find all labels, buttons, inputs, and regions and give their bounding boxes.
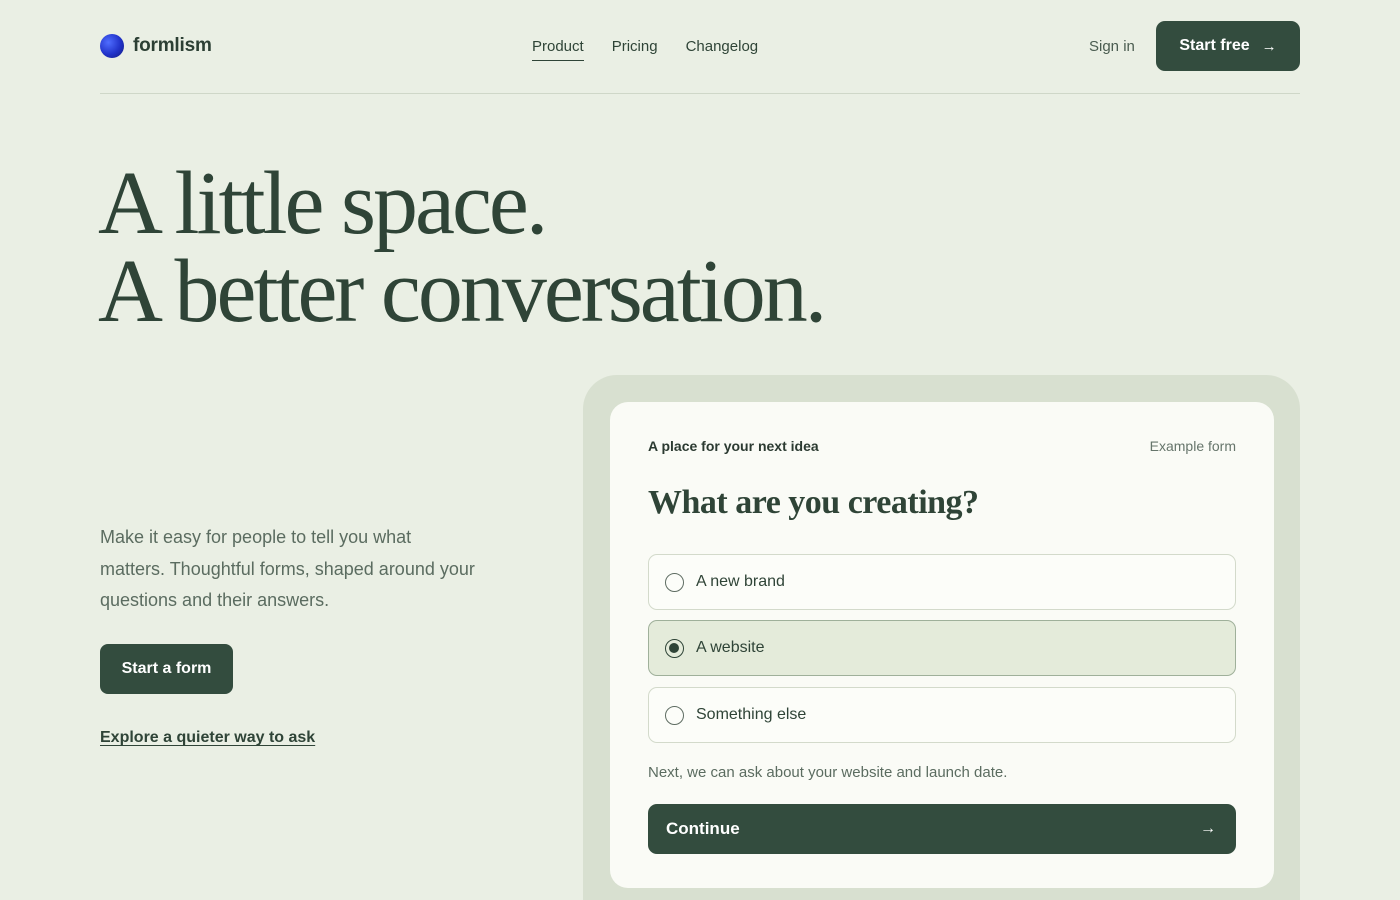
explore-link[interactable]: Explore a quieter way to ask (100, 729, 315, 747)
option-something-else[interactable]: Something else (648, 687, 1236, 743)
form-question: What are you creating? (648, 484, 979, 521)
radio-unchecked-icon[interactable] (665, 705, 684, 725)
hero-headline-line-2: A better conversation. (98, 242, 827, 341)
start-free-button[interactable]: Start free → (1156, 21, 1300, 71)
form-eyebrow: A place for your next idea (648, 438, 819, 454)
nav-item-pricing[interactable]: Pricing (612, 38, 658, 61)
nav-item-product[interactable]: Product (532, 38, 584, 61)
radio-checked-icon[interactable] (665, 638, 684, 658)
hero-headline: A little space. A better conversation. (98, 154, 827, 341)
globe-logo-icon (100, 34, 124, 58)
nav-item-changelog[interactable]: Changelog (686, 38, 759, 61)
option-new-brand[interactable]: A new brand (648, 554, 1236, 610)
site-header: formlism Product Pricing Changelog Sign … (100, 0, 1300, 94)
option-label: Something else (696, 706, 807, 723)
brand-logo[interactable]: formlism (100, 34, 212, 58)
start-a-form-button[interactable]: Start a form (100, 644, 233, 694)
option-label: A new brand (696, 573, 785, 590)
start-free-label: Start free (1179, 37, 1250, 54)
form-tag: Example form (1149, 438, 1236, 454)
main-nav: Product Pricing Changelog (532, 38, 786, 61)
continue-label: Continue (666, 819, 740, 838)
example-form-card: A place for your next idea Example form … (610, 402, 1274, 888)
option-website[interactable]: A website (648, 620, 1236, 676)
hero-lede: Make it easy for people to tell you what… (100, 527, 475, 610)
radio-unchecked-icon[interactable] (665, 572, 684, 592)
continue-button[interactable]: Continue → (648, 804, 1236, 854)
option-label: A website (696, 639, 765, 656)
form-hint: Next, we can ask about your website and … (648, 764, 1008, 781)
arrow-right-icon: → (1261, 37, 1277, 55)
sign-in-link[interactable]: Sign in (1089, 38, 1135, 55)
brand-name: formlism (133, 35, 212, 56)
arrow-right-icon: → (1200, 820, 1216, 837)
hero-headline-line-1: A little space. (98, 154, 548, 253)
